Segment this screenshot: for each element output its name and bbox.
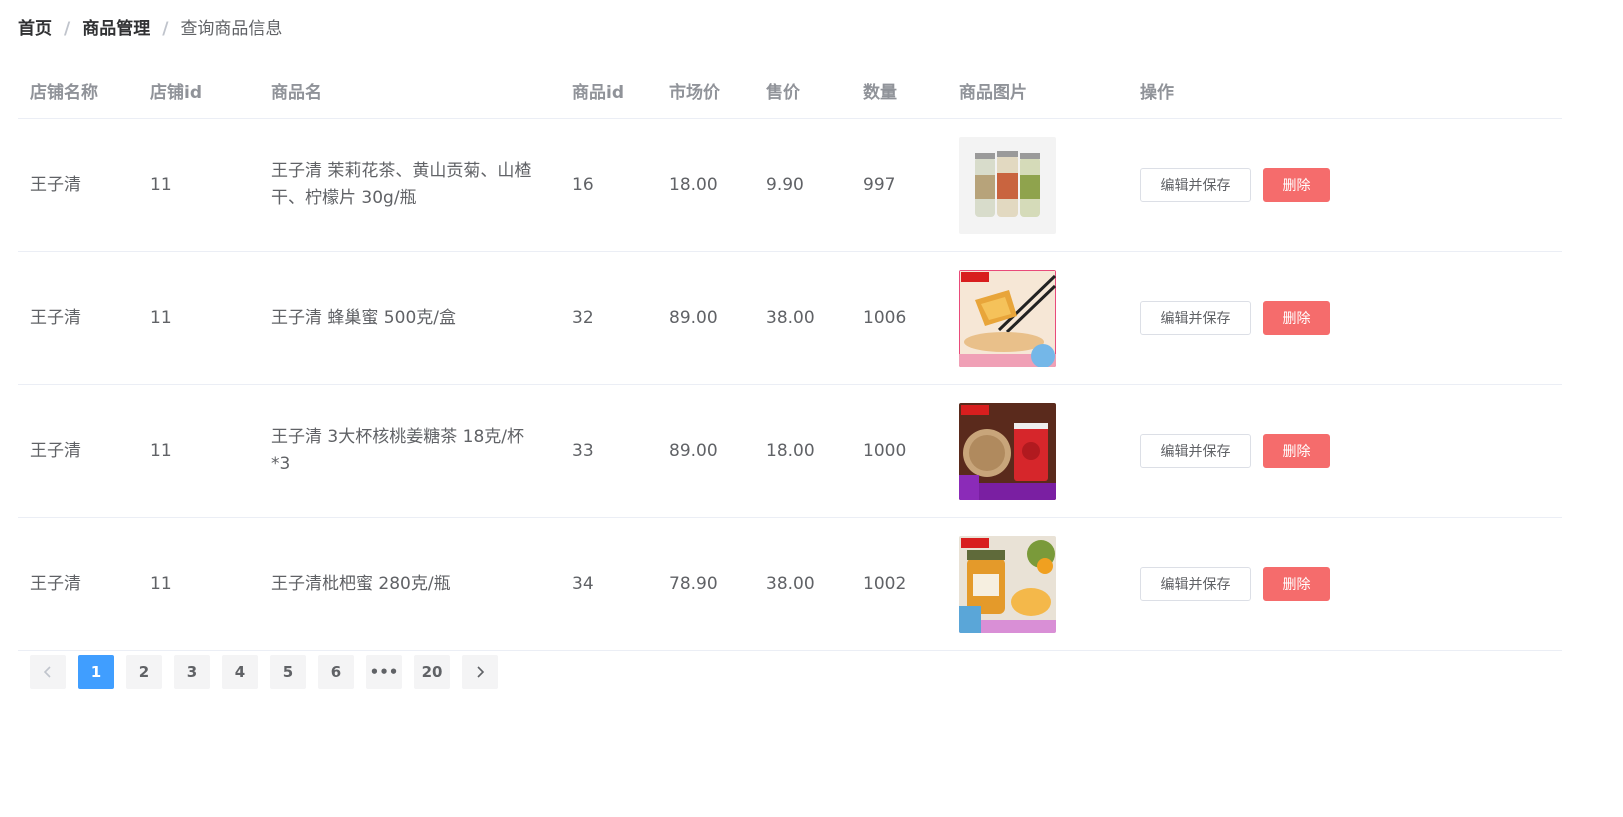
prev-page-button[interactable]	[30, 655, 66, 689]
page-button-2[interactable]: 2	[126, 655, 162, 689]
cell-quantity: 1002	[851, 517, 947, 651]
page: 首页 / 商品管理 / 查询商品信息 店铺名称 店铺id 商品名 商品id 市场…	[0, 0, 1623, 817]
breadcrumb-separator: /	[162, 19, 169, 39]
cell-shop-name: 王子清	[18, 384, 138, 518]
page-button-4[interactable]: 4	[222, 655, 258, 689]
cell-product-image	[947, 251, 1128, 385]
cell-product-name: 王子清 蜂巢蜜 500克/盒	[259, 251, 560, 385]
table-header-row: 店铺名称 店铺id 商品名 商品id 市场价 售价 数量 商品图片 操作	[18, 62, 1562, 119]
delete-button[interactable]: 删除	[1263, 168, 1330, 202]
cell-shop-name: 王子清	[18, 118, 138, 252]
edit-save-button[interactable]: 编辑并保存	[1140, 567, 1251, 601]
cell-shop-id: 11	[138, 384, 259, 518]
cell-product-name: 王子清 3大杯核桃姜糖茶 18克/杯*3	[259, 384, 560, 518]
table-row: 王子清 11 王子清 蜂巢蜜 500克/盒 32 89.00 38.00 100…	[18, 251, 1562, 385]
cell-product-image	[947, 384, 1128, 518]
delete-button[interactable]: 删除	[1263, 434, 1330, 468]
cell-quantity: 1000	[851, 384, 947, 518]
column-header-shop-id: 店铺id	[138, 62, 259, 119]
cell-shop-id: 11	[138, 251, 259, 385]
product-image-honeycomb	[959, 269, 1056, 367]
page-button-5[interactable]: 5	[270, 655, 306, 689]
cell-product-id: 32	[560, 251, 657, 385]
cell-actions: 编辑并保存 删除	[1128, 384, 1562, 518]
page-button-1[interactable]: 1	[78, 655, 114, 689]
column-header-product-id: 商品id	[560, 62, 657, 119]
cell-price: 38.00	[754, 251, 851, 385]
delete-button[interactable]: 删除	[1263, 301, 1330, 335]
cell-market-price: 78.90	[657, 517, 754, 651]
page-button-6[interactable]: 6	[318, 655, 354, 689]
cell-quantity: 1006	[851, 251, 947, 385]
cell-shop-name: 王子清	[18, 251, 138, 385]
cell-product-id: 34	[560, 517, 657, 651]
breadcrumb: 首页 / 商品管理 / 查询商品信息	[18, 14, 1623, 44]
cell-market-price: 18.00	[657, 118, 754, 252]
cell-shop-id: 11	[138, 517, 259, 651]
cell-shop-id: 11	[138, 118, 259, 252]
cell-price: 38.00	[754, 517, 851, 651]
edit-save-button[interactable]: 编辑并保存	[1140, 168, 1251, 202]
cell-product-image	[947, 517, 1128, 651]
product-image-tea-jars	[959, 136, 1056, 234]
cell-product-image	[947, 118, 1128, 252]
cell-product-name: 王子清 茉莉花茶、黄山贡菊、山楂干、柠檬片 30g/瓶	[259, 118, 560, 252]
column-header-actions: 操作	[1128, 62, 1562, 119]
cell-product-id: 33	[560, 384, 657, 518]
page-button-3[interactable]: 3	[174, 655, 210, 689]
breadcrumb-home[interactable]: 首页	[18, 14, 52, 44]
breadcrumb-separator: /	[64, 19, 71, 39]
column-header-shop-name: 店铺名称	[18, 62, 138, 119]
product-table: 店铺名称 店铺id 商品名 商品id 市场价 售价 数量 商品图片 操作 王子清…	[18, 62, 1562, 651]
column-header-product-name: 商品名	[259, 62, 560, 119]
cell-shop-name: 王子清	[18, 517, 138, 651]
cell-actions: 编辑并保存 删除	[1128, 517, 1562, 651]
product-image-walnut-ginger-tea	[959, 402, 1056, 500]
breadcrumb-section[interactable]: 商品管理	[82, 14, 150, 44]
more-pages-button[interactable]: •••	[366, 655, 402, 689]
page-button-20[interactable]: 20	[414, 655, 450, 689]
column-header-quantity: 数量	[851, 62, 947, 119]
cell-market-price: 89.00	[657, 384, 754, 518]
cell-product-name: 王子清枇杷蜜 280克/瓶	[259, 517, 560, 651]
cell-actions: 编辑并保存 删除	[1128, 251, 1562, 385]
delete-button[interactable]: 删除	[1263, 567, 1330, 601]
cell-product-id: 16	[560, 118, 657, 252]
next-page-button[interactable]	[462, 655, 498, 689]
column-header-price: 售价	[754, 62, 851, 119]
edit-save-button[interactable]: 编辑并保存	[1140, 434, 1251, 468]
table-row: 王子清 11 王子清枇杷蜜 280克/瓶 34 78.90 38.00 1002	[18, 517, 1562, 651]
column-header-product-image: 商品图片	[947, 62, 1128, 119]
edit-save-button[interactable]: 编辑并保存	[1140, 301, 1251, 335]
chevron-right-icon	[477, 666, 485, 678]
cell-market-price: 89.00	[657, 251, 754, 385]
cell-price: 18.00	[754, 384, 851, 518]
column-header-market-price: 市场价	[657, 62, 754, 119]
cell-actions: 编辑并保存 删除	[1128, 118, 1562, 252]
product-image-loquat-honey	[959, 535, 1056, 633]
cell-quantity: 997	[851, 118, 947, 252]
breadcrumb-current: 查询商品信息	[180, 19, 283, 39]
cell-price: 9.90	[754, 118, 851, 252]
pagination: 1 2 3 4 5 6 ••• 20	[30, 655, 498, 689]
chevron-left-icon	[43, 666, 51, 678]
table-row: 王子清 11 王子清 3大杯核桃姜糖茶 18克/杯*3 33 89.00 18.…	[18, 384, 1562, 518]
table-row: 王子清 11 王子清 茉莉花茶、黄山贡菊、山楂干、柠檬片 30g/瓶 16 18…	[18, 118, 1562, 252]
